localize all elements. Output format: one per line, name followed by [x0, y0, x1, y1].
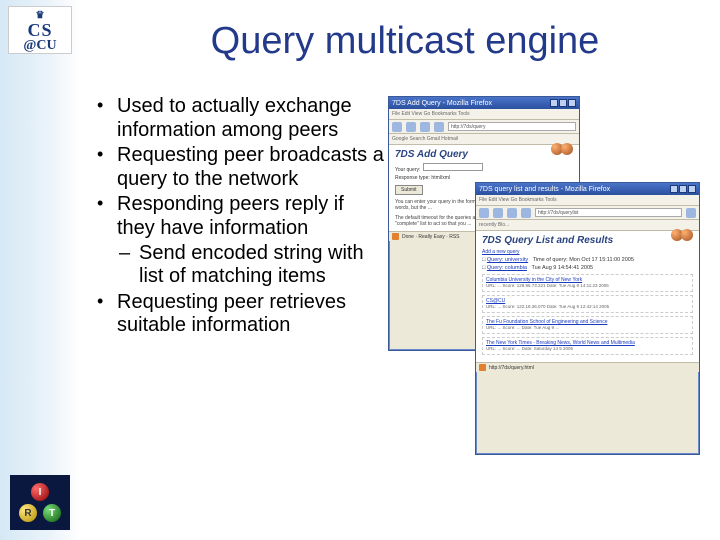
query-row: □ Query: university Time of query: Mon O… — [482, 257, 693, 263]
logo-line2: @CU — [9, 39, 71, 53]
query-input — [423, 163, 483, 171]
result-item: The Fu Foundation School of Engineering … — [482, 316, 693, 334]
result-meta: URL: ... Score: 122.18.36.070 Date: Tue … — [486, 304, 609, 309]
bullet-text: Responding peers reply if they have info… — [117, 193, 344, 239]
minimize-icon — [670, 185, 678, 193]
mascot-icon — [549, 139, 575, 159]
status-text: Done · Really Easy · RSS — [402, 234, 460, 240]
maximize-icon — [559, 99, 567, 107]
close-icon — [568, 99, 576, 107]
screenshot-query-list: 7DS query list and results - Mozilla Fir… — [475, 182, 700, 455]
bullet: Used to actually exchange information am… — [95, 95, 385, 142]
reload-icon — [420, 122, 430, 132]
home-icon — [521, 208, 531, 218]
mascot-icon — [669, 225, 695, 245]
home-icon — [434, 122, 444, 132]
bookmark-bar: recently Blo... — [476, 220, 699, 231]
window-buttons — [550, 99, 576, 107]
forward-icon — [406, 122, 416, 132]
bullet: Requesting peer broadcasts a query to th… — [95, 144, 385, 191]
menubar: File Edit View Go Bookmarks Tools — [476, 195, 699, 206]
maximize-icon — [679, 185, 687, 193]
result-meta: URL: ... Score: ... Date: Saturday 14 5 … — [486, 346, 573, 351]
window-title: 7DS Add Query - Mozilla Firefox — [392, 100, 492, 107]
query-time: Tue Aug 9 14:54:41 2005 — [532, 265, 594, 271]
page-heading: 7DS Query List and Results — [482, 235, 693, 246]
close-icon — [688, 185, 696, 193]
address-bar: http://7ds/querylist — [535, 208, 682, 217]
window-title: 7DS query list and results - Mozilla Fir… — [479, 186, 610, 193]
query-row: □ Query: columbia Tue Aug 9 14:54:41 200… — [482, 265, 693, 271]
label-query: Your query: — [395, 167, 420, 173]
ball-t: T — [43, 504, 61, 522]
sub-bullet: Send encoded string with list of matchin… — [117, 242, 385, 289]
rss-icon — [479, 364, 486, 371]
slide-title: Query multicast engine — [110, 20, 700, 63]
query-label: Query: columbia — [487, 265, 527, 271]
query-label: Query: university — [487, 257, 528, 263]
query-time: Time of query: Mon Oct 17 15:11:00 2005 — [533, 257, 634, 263]
ball-r: R — [19, 504, 37, 522]
sidebar-gradient — [0, 0, 80, 540]
ball-i: I — [31, 483, 49, 501]
window-buttons — [670, 185, 696, 193]
nav-toolbar: http://7ds/querylist — [476, 206, 699, 220]
window-titlebar: 7DS query list and results - Mozilla Fir… — [476, 183, 699, 195]
forward-icon — [493, 208, 503, 218]
status-text: http://7ds/query.html — [489, 365, 534, 371]
address-bar: http://7ds/query — [448, 122, 576, 131]
response-value: html/xml — [431, 175, 450, 181]
page-heading: 7DS Add Query — [395, 149, 573, 160]
logo-irt: I R T — [10, 475, 70, 530]
status-bar: http://7ds/query.html — [476, 362, 699, 372]
add-query-link: Add a new query — [482, 249, 520, 255]
submit-button: Submit — [395, 185, 423, 195]
window-titlebar: 7DS Add Query - Mozilla Firefox — [389, 97, 579, 109]
nav-toolbar: http://7ds/query — [389, 120, 579, 134]
result-item: The New York Times - Breaking News, Worl… — [482, 337, 693, 355]
rss-icon — [392, 233, 399, 240]
bullet: Requesting peer retrieves suitable infor… — [95, 291, 385, 338]
page-body: 7DS Query List and Results Add a new que… — [476, 231, 699, 362]
bullet: Responding peers reply if they have info… — [95, 193, 385, 288]
back-icon — [479, 208, 489, 218]
logo-cs-cu: ♛ CS @CU — [8, 6, 72, 54]
label-response: Response type: — [395, 175, 430, 181]
logo-line1: CS — [9, 21, 71, 39]
result-item: CS@CU URL: ... Score: 122.18.36.070 Date… — [482, 295, 693, 313]
back-icon — [392, 122, 402, 132]
result-item: Columbia University in the City of New Y… — [482, 274, 693, 292]
slide-body: Used to actually exchange information am… — [95, 95, 385, 340]
minimize-icon — [550, 99, 558, 107]
result-meta: URL: ... Score: ... Date: Tue Aug 9 ... — [486, 325, 559, 330]
result-meta: URL: ... Score: 129.95.73.221 Date: Tue … — [486, 283, 609, 288]
reload-icon — [507, 208, 517, 218]
menubar: File Edit View Go Bookmarks Tools — [389, 109, 579, 120]
bookmark-icon — [686, 208, 696, 218]
